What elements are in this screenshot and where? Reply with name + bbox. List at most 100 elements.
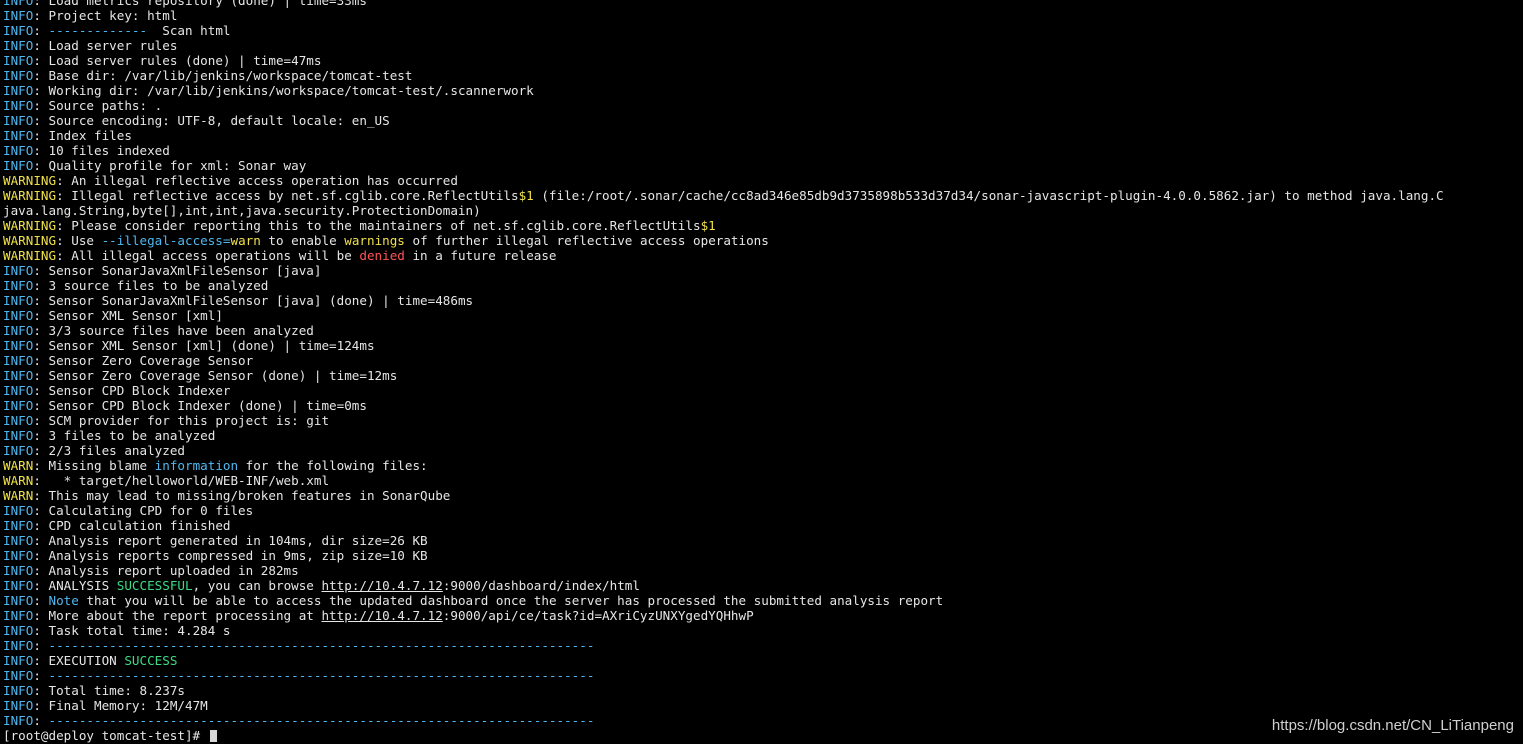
log-token-info: INFO (3, 698, 34, 713)
log-token-info: INFO (3, 668, 34, 683)
log-token-warn: warnings (344, 233, 405, 248)
log-token-info: INFO (3, 323, 34, 338)
log-text: : Load metrics repository (done) | time=… (33, 0, 367, 8)
terminal-line: INFO: More about the report processing a… (3, 608, 1523, 623)
log-text: in a future release (404, 248, 557, 263)
terminal-line: INFO: Task total time: 4.284 s (3, 623, 1523, 638)
log-token-info: INFO (3, 293, 34, 308)
terminal-line: INFO: Index files (3, 128, 1523, 143)
log-text: : Analysis report generated in 104ms, di… (33, 533, 428, 548)
log-text: : Illegal reflective access by net.sf.cg… (56, 188, 519, 203)
log-text: of further illegal reflective access ope… (404, 233, 769, 248)
log-token-info: INFO (3, 398, 34, 413)
terminal-line: WARN: Missing blame information for the … (3, 458, 1523, 473)
url-link[interactable]: http://10.4.7.12 (321, 608, 442, 623)
terminal-line: WARNING: All illegal access operations w… (3, 248, 1523, 263)
log-token-info: INFO (3, 428, 34, 443)
terminal-line: INFO: Sensor Zero Coverage Sensor (3, 353, 1523, 368)
log-token-info: INFO (3, 383, 34, 398)
log-text: :9000/api/ce/task?id=AXriCyzUNXYgedYQHhw… (442, 608, 754, 623)
log-token-red: denied (359, 248, 405, 263)
terminal-line: INFO: Base dir: /var/lib/jenkins/workspa… (3, 68, 1523, 83)
terminal-line: INFO: Sensor XML Sensor [xml] (done) | t… (3, 338, 1523, 353)
terminal-line: INFO: Final Memory: 12M/47M (3, 698, 1523, 713)
url-link[interactable]: http://10.4.7.12 (321, 578, 442, 593)
terminal-line: INFO: Load server rules (done) | time=47… (3, 53, 1523, 68)
log-token-info: INFO (3, 0, 34, 8)
log-text: : Index files (33, 128, 132, 143)
terminal-line: INFO: Analysis reports compressed in 9ms… (3, 548, 1523, 563)
terminal-line: WARNING: Please consider reporting this … (3, 218, 1523, 233)
terminal-line: INFO: Sensor CPD Block Indexer (3, 383, 1523, 398)
terminal-line: WARNING: Use --illegal-access=warn to en… (3, 233, 1523, 248)
log-text: Scan html (147, 23, 231, 38)
log-token-info: INFO (3, 413, 34, 428)
log-text: : CPD calculation finished (33, 518, 231, 533)
log-text: : 10 files indexed (33, 143, 170, 158)
log-text: : Task total time: 4.284 s (33, 623, 231, 638)
terminal-line: INFO: Quality profile for xml: Sonar way (3, 158, 1523, 173)
watermark: https://blog.csdn.net/CN_LiTianpeng (1271, 717, 1514, 734)
terminal-line: INFO: Note that you will be able to acce… (3, 593, 1523, 608)
terminal-line: INFO: 10 files indexed (3, 143, 1523, 158)
log-text: : Sensor XML Sensor [xml] (33, 308, 223, 323)
terminal-line: INFO: ------------- Scan html (3, 23, 1523, 38)
terminal-line: INFO: Sensor SonarJavaXmlFileSensor [jav… (3, 293, 1523, 308)
log-token-warn: $1 (700, 218, 716, 233)
log-text: : Load server rules (done) | time=47ms (33, 53, 322, 68)
log-text: : Quality profile for xml: Sonar way (33, 158, 307, 173)
log-token-info: INFO (3, 158, 34, 173)
log-token-info: INFO (3, 83, 34, 98)
log-text: : Sensor CPD Block Indexer (done) | time… (33, 398, 367, 413)
log-text: : Use (56, 233, 102, 248)
log-token-info: INFO (3, 113, 34, 128)
log-text: : Sensor SonarJavaXmlFileSensor [java] (… (33, 293, 474, 308)
log-token-warn: WARN (3, 458, 34, 473)
terminal-line: INFO: Load server rules (3, 38, 1523, 53)
log-token-info: INFO (3, 68, 34, 83)
log-text: : More about the report processing at (33, 608, 322, 623)
terminal-line: INFO: Sensor CPD Block Indexer (done) | … (3, 398, 1523, 413)
log-text: : (33, 593, 49, 608)
log-text: : (33, 23, 49, 38)
log-text: java.lang.String,byte[],int,int,java.sec… (3, 203, 481, 218)
log-text: : Load server rules (33, 38, 178, 53)
log-token-warn: WARNING (3, 173, 57, 188)
log-text: : Missing blame (33, 458, 155, 473)
log-text: : Final Memory: 12M/47M (33, 698, 208, 713)
log-text: : Analysis report uploaded in 282ms (33, 563, 299, 578)
log-text: : An illegal reflective access operation… (56, 173, 458, 188)
terminal-line: WARNING: An illegal reflective access op… (3, 173, 1523, 188)
log-token-info: INFO (3, 533, 34, 548)
terminal-window[interactable]: INFO: Load metrics repository (done) | t… (0, 0, 1523, 744)
log-text: : Analysis reports compressed in 9ms, zi… (33, 548, 428, 563)
terminal-cursor (209, 730, 217, 742)
log-text: [root@deploy tomcat-test]# (3, 728, 208, 743)
log-token-blue: Note (48, 593, 79, 608)
terminal-line: INFO: ----------------------------------… (3, 668, 1523, 683)
terminal-line: INFO: 3 files to be analyzed (3, 428, 1523, 443)
log-token-info: INFO (3, 128, 34, 143)
log-token-blue: ----------------------------------------… (48, 668, 595, 683)
log-token-info: INFO (3, 308, 34, 323)
log-token-warn: WARNING (3, 248, 57, 263)
terminal-line: INFO: Sensor XML Sensor [xml] (3, 308, 1523, 323)
log-text: : Total time: 8.237s (33, 683, 185, 698)
terminal-line: INFO: Calculating CPD for 0 files (3, 503, 1523, 518)
log-token-info: INFO (3, 53, 34, 68)
log-token-blue: --illegal-access= (101, 233, 231, 248)
log-token-info: INFO (3, 278, 34, 293)
log-token-info: INFO (3, 623, 34, 638)
log-token-info: INFO (3, 608, 34, 623)
log-text: : (33, 638, 49, 653)
terminal-line: WARN: This may lead to missing/broken fe… (3, 488, 1523, 503)
terminal-line: WARN: * target/helloworld/WEB-INF/web.xm… (3, 473, 1523, 488)
log-text: : Sensor Zero Coverage Sensor (33, 353, 254, 368)
log-token-info: INFO (3, 653, 34, 668)
log-text: : * target/helloworld/WEB-INF/web.xml (33, 473, 330, 488)
log-text: : (33, 668, 49, 683)
terminal-line: INFO: EXECUTION SUCCESS (3, 653, 1523, 668)
log-text: : 3 source files to be analyzed (33, 278, 269, 293)
log-token-green: SUCCESSFUL (116, 578, 193, 593)
terminal-output: INFO: Load metrics repository (done) | t… (3, 0, 1523, 743)
